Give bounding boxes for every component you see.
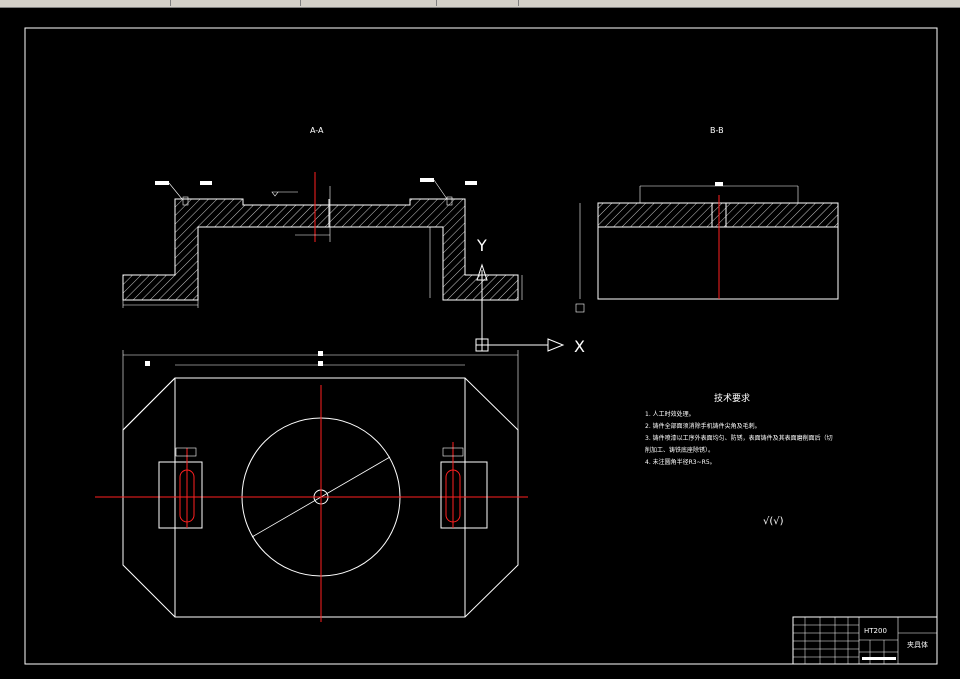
title-block-part-name: 夹具体 bbox=[907, 640, 928, 649]
section-a-label: A-A bbox=[310, 126, 324, 135]
toolbar-segment[interactable] bbox=[0, 0, 171, 6]
toolbar-segment[interactable] bbox=[172, 0, 301, 6]
tech-req-item: 2. 铸件全部面须消除手机铸件尖角及毛刺。 bbox=[645, 422, 761, 430]
ucs-x-label: X bbox=[574, 337, 585, 356]
section-b-b-view: B-B bbox=[575, 126, 839, 313]
tech-req-item: 4. 未注圆角半径R3~R5。 bbox=[645, 458, 716, 466]
toolbar-strip bbox=[0, 0, 960, 8]
section-a-a-view: A-A bbox=[122, 126, 523, 308]
tech-req-item: 1. 人工时效处理。 bbox=[645, 410, 695, 418]
toolbar-segment[interactable] bbox=[302, 0, 437, 6]
title-block-material: HT200 bbox=[864, 627, 887, 635]
outer-frame bbox=[24, 27, 938, 665]
technical-requirements: 技术要求 1. 人工时效处理。 2. 铸件全部面须消除手机铸件尖角及毛刺。 3.… bbox=[645, 392, 833, 466]
roughness-symbol: √(√) bbox=[763, 516, 784, 527]
cad-drawing-canvas[interactable]: A-A Y X B-B 技术要求 1. 人工时效处理。 2. 铸件全部面须消除手… bbox=[0, 8, 960, 679]
ucs-y-label: Y bbox=[476, 236, 487, 255]
toolbar-segment[interactable] bbox=[438, 0, 519, 6]
title-block: HT200 夹具体 bbox=[792, 616, 938, 665]
tech-req-title: 技术要求 bbox=[714, 392, 750, 404]
section-a-body bbox=[122, 198, 519, 301]
tech-req-item: 削加工、铸铁底座除锈）。 bbox=[645, 446, 714, 454]
plan-view bbox=[95, 350, 528, 622]
tech-req-item: 3. 铸件喷漆以工序外表面均匀、防锈，表面铸件及其表面磨削面后（切 bbox=[645, 434, 833, 442]
section-b-label: B-B bbox=[710, 126, 724, 135]
